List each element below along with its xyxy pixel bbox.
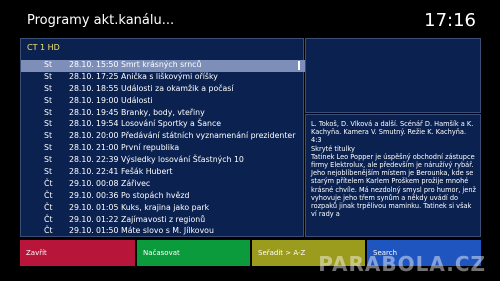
programme-day: St [44,83,53,93]
programme-date: 28.10. [69,155,94,165]
programme-time: 22:41 [96,167,119,177]
watermark: PARABOLA.CZ [318,252,486,276]
programme-day: St [44,119,53,129]
description-line: Skryté titulky [311,144,355,153]
programme-day: Čt [44,178,53,188]
programme-name: Fešák Hubert [121,167,173,177]
programme-date: 28.10. [69,95,94,105]
programme-row[interactable]: Čt 29.10. 01:05 Kuks, krajina jako park [21,203,305,215]
schedule-button[interactable]: Načasovat [137,240,250,266]
programme-info-panel: L. Tokoš, D. Vlková a další. Scénář D. H… [305,114,481,237]
programme-time: 15:50 [96,60,119,69]
programme-name: První republika [121,143,180,153]
programme-day: St [44,143,53,153]
programme-day: St [44,107,53,117]
programme-row[interactable]: Čt 29.10. 00:08 Zářivec [21,179,305,191]
programme-time: 19:45 [96,107,119,117]
programme-date: 29.10. [69,226,94,236]
programme-date: 28.10. [69,83,94,93]
programme-row[interactable]: Čt 29.10. 00:36 Po stopách hvězd [21,191,305,203]
programme-date: 28.10. [69,107,94,117]
programme-time: 01:22 [96,214,119,224]
programme-day: St [44,60,53,69]
description-line: L. Tokoš, D. Vlková a další. Scénář D. H… [311,120,474,137]
programme-description: L. Tokoš, D. Vlková a další. Scénář D. H… [311,120,477,218]
programme-name: Po stopách hvězd [121,190,190,200]
programme-row[interactable]: St 28.10. 15:50 Smrt krásných srnců [21,60,305,72]
programme-day: Čt [44,214,53,224]
programme-day: Čt [44,202,53,212]
programme-time: 01:50 [96,226,119,236]
programme-time: 21:00 [96,143,119,153]
programme-time: 19:54 [96,119,119,129]
channel-name: CT 1 HD [27,43,60,52]
programme-row[interactable]: St 28.10. 19:00 Události [21,96,305,108]
programme-name: Události za okamžik a počasí [121,83,234,93]
programme-list: St 28.10. 15:50 Smrt krásných srnců St 28.10.… [21,60,305,238]
programme-time: 20:00 [96,131,119,141]
programme-day: St [44,155,53,165]
programme-name: Losování Sportky a Šance [121,119,222,129]
programme-row[interactable]: Čt 29.10. 01:22 Zajímavosti z regionů [21,215,305,227]
programme-day: St [44,71,53,81]
programme-row[interactable]: St 28.10. 22:41 Fešák Hubert [21,167,305,179]
programme-name: Anička s liškovými oříšky [121,71,218,81]
programme-time: 18:55 [96,83,119,93]
programme-row[interactable]: St 28.10. 17:25 Anička s liškovými oříšky [21,72,305,84]
programme-name: Zářivec [121,178,151,188]
programme-time: 00:08 [96,178,119,188]
programme-time: 00:36 [96,190,119,200]
description-line: Tatinek Leo Popper je úspěšný obchodní z… [311,152,476,219]
preview-area [305,38,481,113]
programme-row[interactable]: Čt 29.10. 01:50 Máte slovo s M. Jílkovou [21,226,305,238]
programme-name: Kuks, krajina jako park [121,202,210,212]
programme-row[interactable]: St 28.10. 21:00 První republika [21,143,305,155]
programme-date: 29.10. [69,214,94,224]
description-line: 4:3 [311,136,322,145]
programme-day: St [44,167,53,177]
programme-date: 29.10. [69,178,94,188]
programme-day: Čt [44,226,53,236]
programme-date: 28.10. [69,60,94,69]
programme-date: 28.10. [69,167,94,177]
header-bar: Programy akt.kanálu... 17:16 [0,0,500,36]
programme-name: Branky, body, vteřiny [121,107,205,117]
programme-day: Čt [44,190,53,200]
text-cursor [298,61,300,70]
close-button[interactable]: Zavřít [20,240,135,266]
programme-name: Máte slovo s M. Jílkovou [121,226,214,236]
programme-row[interactable]: St 28.10. 18:55 Události za okamžik a počas… [21,84,305,96]
programme-date: 28.10. [69,131,94,141]
programme-date: 28.10. [69,143,94,153]
programme-time: 19:00 [96,95,119,105]
programme-row[interactable]: St 28.10. 22:39 Výsledky losování Šťastných… [21,155,305,167]
programme-name: Události [121,95,153,105]
programme-row[interactable]: St 28.10. 19:54 Losování Sportky a Šance [21,119,305,131]
programme-time: 01:05 [96,202,119,212]
programme-name: Výsledky losování Šťastných 10 [121,155,244,165]
programme-date: 29.10. [69,190,94,200]
clock: 17:16 [424,10,476,31]
programme-list-panel: CT 1 HD St 28.10. 15:50 Smrt krásných srnců… [20,38,305,238]
programme-date: 28.10. [69,119,94,129]
programme-name: Smrt krásných srnců [121,60,202,69]
programme-row[interactable]: St 28.10. 20:00 Předávání státních vyznamen… [21,131,305,143]
programme-name: Zajímavosti z regionů [121,214,206,224]
programme-date: 29.10. [69,202,94,212]
programme-name: Předávání státních vyznamenání prezident… [121,131,296,141]
programme-day: St [44,95,53,105]
programme-time: 22:39 [96,155,119,165]
programme-day: St [44,131,53,141]
programme-time: 17:25 [96,71,119,81]
programme-date: 28.10. [69,71,94,81]
programme-row[interactable]: St 28.10. 19:45 Branky, body, vteřiny [21,108,305,120]
page-title: Programy akt.kanálu... [27,13,175,28]
